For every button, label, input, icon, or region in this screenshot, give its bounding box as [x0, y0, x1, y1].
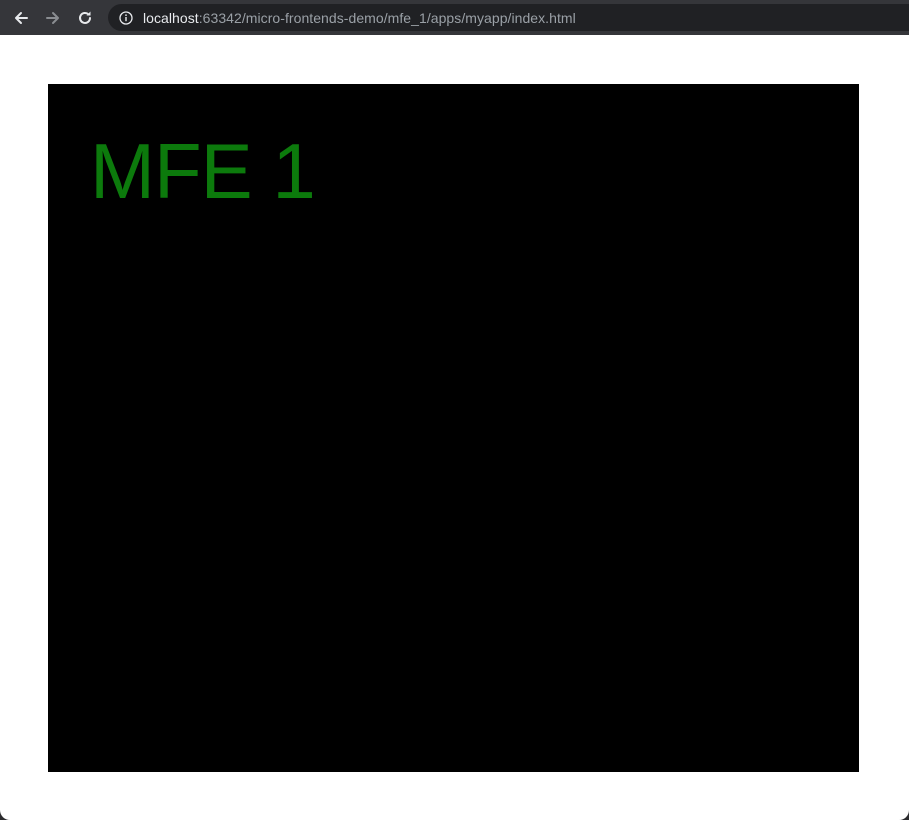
browser-toolbar: localhost:63342/micro-frontends-demo/mfe… [0, 0, 909, 35]
arrow-right-icon [46, 11, 59, 24]
page-viewport: MFE 1 [0, 35, 909, 820]
address-bar[interactable]: localhost:63342/micro-frontends-demo/mfe… [108, 4, 909, 31]
reload-button[interactable] [72, 5, 98, 31]
url-path: :63342/micro-frontends-demo/mfe_1/apps/m… [198, 9, 576, 26]
forward-button[interactable] [40, 5, 66, 31]
reload-icon [79, 11, 91, 24]
url-text[interactable]: localhost:63342/micro-frontends-demo/mfe… [143, 10, 576, 26]
arrow-left-icon [15, 11, 28, 24]
url-host: localhost [143, 9, 199, 26]
mfe-container: MFE 1 [48, 84, 859, 772]
info-icon[interactable] [119, 10, 133, 25]
back-button[interactable] [8, 5, 34, 31]
page-title: MFE 1 [90, 127, 316, 215]
